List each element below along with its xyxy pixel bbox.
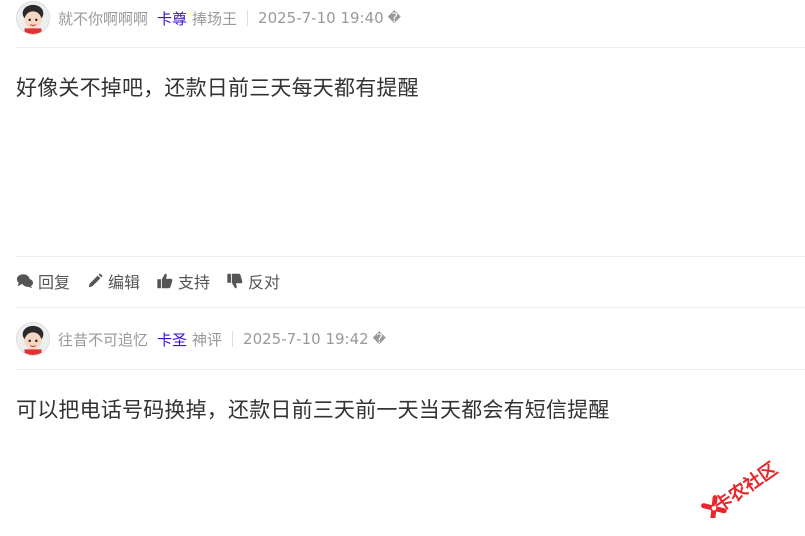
thumbs-down-icon	[227, 273, 243, 289]
post-2-header: 往昔不可追忆 卡圣 神评 2025-7-10 19:42 �	[16, 321, 386, 357]
divider	[16, 307, 805, 308]
watermark-text: 卡农社区	[710, 458, 782, 517]
reply-label: 回复	[38, 273, 71, 292]
watermark-logo: 卡农社区	[700, 448, 800, 522]
post-actions: 回复 编辑 支持 反对	[16, 268, 296, 294]
kanong-logo-icon: 卡农社区	[701, 457, 782, 522]
oppose-label: 反对	[248, 273, 281, 292]
more-icon[interactable]: �	[373, 332, 386, 347]
separator	[247, 10, 249, 26]
avatar[interactable]	[16, 1, 50, 35]
edit-button[interactable]: 编辑	[86, 269, 140, 293]
user-title: 捧场王	[192, 9, 238, 28]
divider	[16, 47, 805, 48]
thumbs-up-icon	[157, 273, 173, 289]
avatar-icon	[17, 323, 49, 355]
avatar-icon	[17, 2, 49, 34]
divider	[16, 369, 805, 370]
support-label: 支持	[178, 273, 211, 292]
support-button[interactable]: 支持	[156, 269, 210, 293]
reply-button[interactable]: 回复	[16, 269, 70, 293]
pencil-icon	[88, 273, 103, 288]
user-rank[interactable]: 卡尊	[157, 8, 187, 29]
oppose-button[interactable]: 反对	[226, 269, 280, 293]
user-rank[interactable]: 卡圣	[157, 329, 187, 350]
divider	[16, 256, 805, 257]
post-content: 可以把电话号码换掉，还款日前三天前一天当天都会有短信提醒	[16, 398, 610, 422]
separator	[232, 331, 234, 347]
username[interactable]: 就不你啊啊啊	[58, 8, 148, 29]
comments-icon	[16, 274, 34, 289]
post-time: 2025-7-10 19:42	[243, 330, 369, 348]
avatar[interactable]	[16, 322, 50, 356]
more-icon[interactable]: �	[388, 11, 401, 26]
username[interactable]: 往昔不可追忆	[58, 329, 148, 350]
edit-label: 编辑	[108, 273, 141, 292]
post-content: 好像关不掉吧，还款日前三天每天都有提醒	[16, 76, 419, 100]
user-title: 神评	[192, 330, 223, 349]
post-1-header: 就不你啊啊啊 卡尊 捧场王 2025-7-10 19:40 �	[16, 0, 401, 36]
post-time: 2025-7-10 19:40	[258, 9, 384, 27]
